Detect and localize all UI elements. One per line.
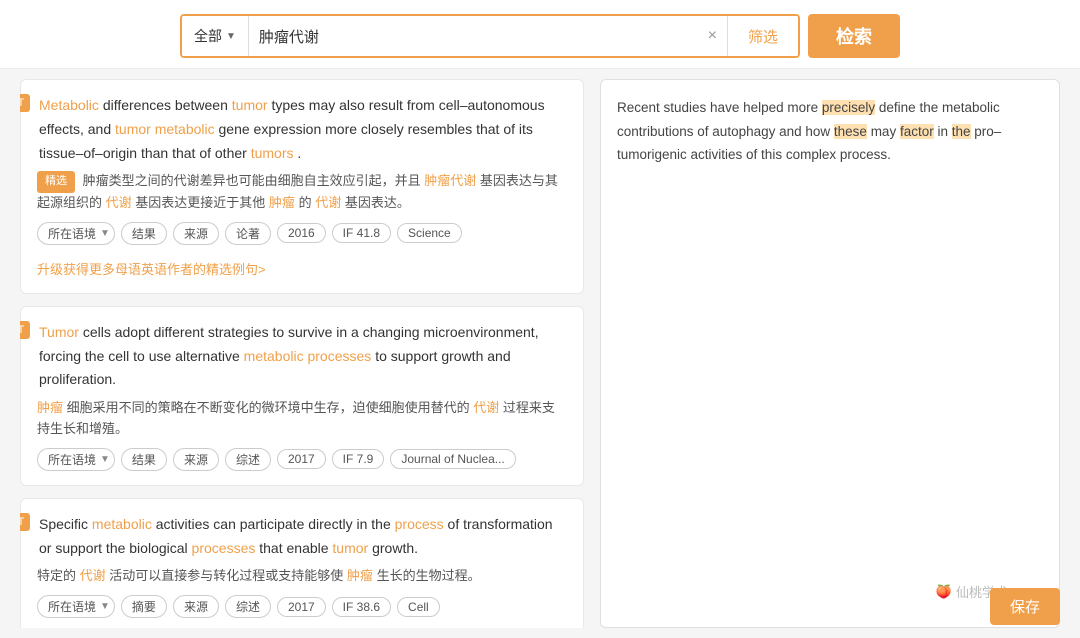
search-button[interactable]: 检索 (808, 14, 900, 58)
keyword-zh: 代谢 (80, 568, 106, 583)
keyword-zh: 肿瘤代谢 (424, 174, 476, 189)
year-tag: 2016 (277, 223, 326, 243)
save-button[interactable]: 保存 (990, 588, 1060, 625)
result-card: T Metabolic differences between tumor ty… (20, 79, 584, 294)
keyword: metabolic (155, 121, 215, 137)
main-layout: T Metabolic differences between tumor ty… (0, 69, 1080, 638)
keyword: tumor (115, 121, 151, 137)
keyword: processes (192, 540, 256, 556)
keyword-zh: 代谢 (106, 195, 132, 210)
journal-tag: Science (397, 223, 462, 243)
if-tag: IF 41.8 (332, 223, 391, 243)
keyword-zh: 肿瘤 (269, 195, 295, 210)
result-tag[interactable]: 结果 (121, 448, 167, 471)
right-panel: Recent studies have helped more precisel… (600, 79, 1060, 628)
search-container: 全部 ▼ × 筛选 (180, 14, 800, 58)
type-tag: 综述 (225, 448, 271, 471)
highlight-the: the (952, 124, 971, 139)
keyword: metabolic (92, 516, 152, 532)
context-tag[interactable]: 所在语境▼ (37, 222, 115, 245)
zh-text-3: 特定的 代谢 活动可以直接参与转化过程或支持能够使 肿瘤 生长的生物过程。 (37, 566, 567, 587)
year-tag: 2017 (277, 597, 326, 617)
left-panel: T Metabolic differences between tumor ty… (20, 79, 584, 628)
en-text-2: Tumor cells adopt different strategies t… (37, 321, 567, 392)
journal-tag: Journal of Nuclea... (390, 449, 515, 469)
keyword: tumors (251, 145, 294, 161)
search-input[interactable] (249, 16, 698, 56)
upgrade-link[interactable]: 升级获得更多母语英语作者的精选例句> (37, 259, 266, 278)
en-text-3: Specific metabolic activities can partic… (37, 513, 567, 561)
type-tag: 综述 (225, 595, 271, 618)
search-type-selector[interactable]: 全部 ▼ (182, 16, 249, 56)
premium-badge: 精选 (37, 171, 75, 193)
year-tag: 2017 (277, 449, 326, 469)
tag-row-2: 所在语境▼ 结果 来源 综述 2017 IF 7.9 Journal of Nu… (37, 448, 567, 471)
zh-text-1: 精选 肿瘤类型之间的代谢差异也可能由细胞自主效应引起，并且 肿瘤代谢 基因表达与… (37, 171, 567, 213)
context-tag[interactable]: 所在语境▼ (37, 595, 115, 618)
keyword-zh: 代谢 (473, 400, 499, 415)
card-icon-1: T (20, 94, 30, 112)
card-icon-2: T (20, 321, 30, 339)
zh-text-2: 肿瘤 细胞采用不同的策略在不断变化的微环境中生存，迫使细胞使用替代的 代谢 过程… (37, 398, 567, 440)
keyword: tumor (332, 540, 368, 556)
abstract-tag[interactable]: 摘要 (121, 595, 167, 618)
tag-row-3: 所在语境▼ 摘要 来源 综述 2017 IF 38.6 Cell (37, 595, 567, 618)
result-card-2: T Tumor cells adopt different strategies… (20, 306, 584, 486)
keyword-zh: 肿瘤 (347, 568, 373, 583)
keyword: Tumor (39, 324, 79, 340)
if-tag: IF 7.9 (332, 449, 385, 469)
card-icon-3: T (20, 513, 30, 531)
highlight-these: these (834, 124, 867, 139)
if-tag: IF 38.6 (332, 597, 391, 617)
highlight-precisely: precisely (822, 100, 875, 115)
result-tag[interactable]: 结果 (121, 222, 167, 245)
chevron-down-icon: ▼ (226, 31, 236, 42)
source-tag[interactable]: 来源 (173, 595, 219, 618)
tag-row-1: 所在语境▼ 结果 来源 论著 2016 IF 41.8 Science (37, 222, 567, 245)
search-bar: 全部 ▼ × 筛选 检索 (0, 0, 1080, 69)
source-tag[interactable]: 来源 (173, 448, 219, 471)
keyword-zh: 肿瘤 (37, 400, 63, 415)
keyword: metabolic processes (244, 348, 372, 364)
search-type-label: 全部 (194, 26, 222, 46)
right-panel-text: Recent studies have helped more precisel… (617, 96, 1043, 167)
keyword-zh: 代谢 (315, 195, 341, 210)
context-tag[interactable]: 所在语境▼ (37, 448, 115, 471)
filter-button[interactable]: 筛选 (727, 16, 798, 56)
result-card-3: T Specific metabolic activities can part… (20, 498, 584, 628)
keyword: process (395, 516, 444, 532)
highlight-factor: factor (900, 124, 934, 139)
watermark-icon: 🍑 (936, 584, 952, 600)
type-tag: 论著 (225, 222, 271, 245)
source-tag[interactable]: 来源 (173, 222, 219, 245)
keyword: tumor (232, 97, 268, 113)
en-text-1: Metabolic differences between tumor type… (37, 94, 567, 165)
clear-icon[interactable]: × (698, 27, 727, 45)
journal-tag: Cell (397, 597, 440, 617)
keyword: Metabolic (39, 97, 99, 113)
